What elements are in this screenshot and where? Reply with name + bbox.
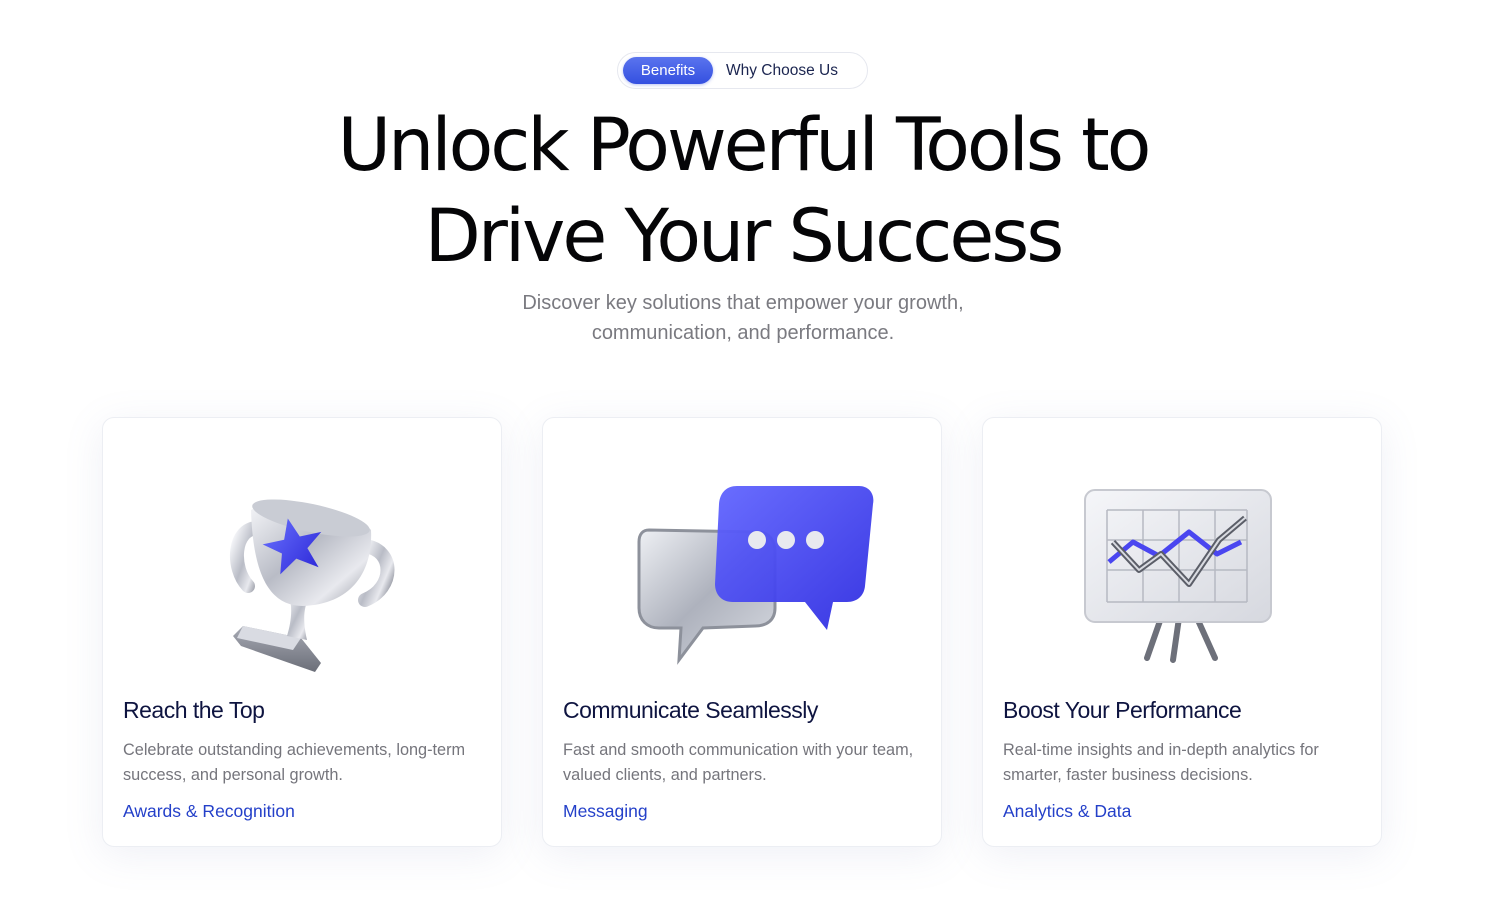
feature-card-boost-your-performance: Boost Your Performance Real-time insight…: [982, 417, 1382, 847]
page-subtitle-line-1: Discover key solutions that empower your…: [522, 292, 964, 314]
tab-benefits[interactable]: Benefits: [623, 57, 713, 84]
analytics-data-link[interactable]: Analytics & Data: [1003, 801, 1131, 822]
messaging-link[interactable]: Messaging: [563, 801, 648, 822]
page-title-line-1: Unlock Powerful Tools to: [337, 103, 1152, 188]
feature-card-communicate-seamlessly: Communicate Seamlessly Fast and smooth c…: [542, 417, 942, 847]
feature-card-reach-the-top: Reach the Top Celebrate outstanding achi…: [102, 417, 502, 847]
card-description: Fast and smooth communication with your …: [563, 741, 914, 784]
page-subtitle-line-2: communication, and performance.: [591, 322, 895, 344]
page-title: Unlock Powerful Tools to Drive Your Succ…: [243, 100, 1243, 282]
chat-bubbles-icon: [637, 486, 874, 665]
card-description: Real-time insights and in-depth analytic…: [1003, 741, 1319, 784]
page-subtitle: Discover key solutions that empower your…: [443, 288, 1043, 348]
card-title: Boost Your Performance: [1003, 697, 1242, 723]
page-title-line-2: Drive Your Success: [424, 194, 1065, 279]
card-title: Communicate Seamlessly: [563, 697, 818, 723]
card-title: Reach the Top: [123, 697, 265, 723]
awards-recognition-link[interactable]: Awards & Recognition: [123, 801, 295, 822]
card-description: Celebrate outstanding achievements, long…: [123, 741, 466, 784]
tab-why-choose-us[interactable]: Why Choose Us: [726, 62, 838, 80]
chart-board-icon: [1084, 489, 1272, 663]
section-tab-switcher: Benefits Why Choose Us: [617, 52, 868, 89]
trophy-icon: [229, 499, 395, 672]
